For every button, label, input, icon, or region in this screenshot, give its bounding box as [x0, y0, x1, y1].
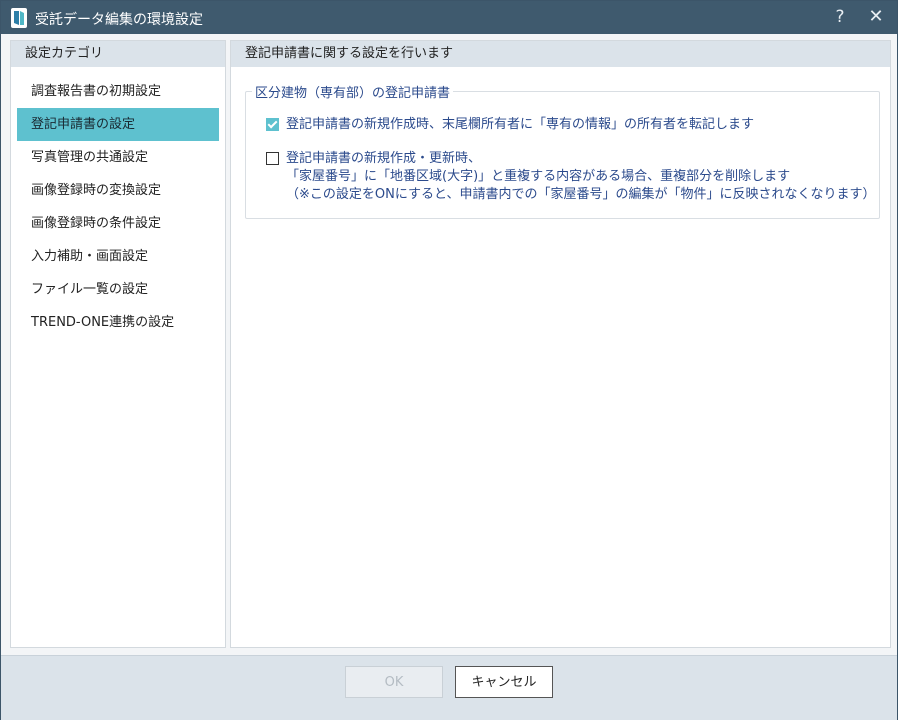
- category-panel-header: 設定カテゴリ: [11, 41, 225, 67]
- group-legend: 区分建物（専有部）の登記申請書: [252, 82, 454, 101]
- close-button[interactable]: ✕: [865, 6, 887, 28]
- app-logo-icon: [11, 8, 27, 28]
- dialog-footer: OK キャンセル: [1, 655, 897, 720]
- settings-panel: 登記申請書に関する設定を行います 区分建物（専有部）の登記申請書 登記申請書の新…: [230, 40, 891, 648]
- category-item-trend-one[interactable]: TREND-ONE連携の設定: [17, 306, 219, 339]
- category-item-image-conversion[interactable]: 画像登録時の変換設定: [17, 174, 219, 207]
- remove-duplicate-checkbox[interactable]: [266, 152, 279, 165]
- window-title: 受託データ編集の環境設定: [35, 12, 203, 28]
- category-item-photo-common[interactable]: 写真管理の共通設定: [17, 141, 219, 174]
- category-item-input-screen[interactable]: 入力補助・画面設定: [17, 240, 219, 273]
- remove-duplicate-label: 登記申請書の新規作成・更新時、 「家屋番号」に「地番区域(大字)」と重複する内容…: [286, 151, 876, 202]
- transfer-owner-checkbox[interactable]: [266, 118, 279, 131]
- settings-dialog: 受託データ編集の環境設定 ? ✕ 設定カテゴリ 調査報告書の初期設定 登記申請書…: [0, 0, 898, 720]
- category-item-registration[interactable]: 登記申請書の設定: [17, 108, 219, 141]
- category-panel: 設定カテゴリ 調査報告書の初期設定 登記申請書の設定 写真管理の共通設定 画像登…: [10, 40, 226, 648]
- settings-panel-header: 登記申請書に関する設定を行います: [231, 41, 890, 67]
- condominium-group: 区分建物（専有部）の登記申請書 登記申請書の新規作成時、末尾欄所有者に「専有の情…: [245, 82, 880, 219]
- title-bar[interactable]: 受託データ編集の環境設定 ? ✕: [1, 1, 897, 34]
- category-item-image-conditions[interactable]: 画像登録時の条件設定: [17, 207, 219, 240]
- dialog-body: 設定カテゴリ 調査報告書の初期設定 登記申請書の設定 写真管理の共通設定 画像登…: [1, 34, 897, 655]
- cancel-button[interactable]: キャンセル: [455, 666, 553, 698]
- transfer-owner-label: 登記申請書の新規作成時、末尾欄所有者に「専有の情報」の所有者を転記します: [286, 117, 755, 132]
- category-item-file-list[interactable]: ファイル一覧の設定: [17, 273, 219, 306]
- ok-button[interactable]: OK: [345, 666, 443, 698]
- category-item-report-initial[interactable]: 調査報告書の初期設定: [17, 75, 219, 108]
- help-button[interactable]: ?: [829, 6, 851, 28]
